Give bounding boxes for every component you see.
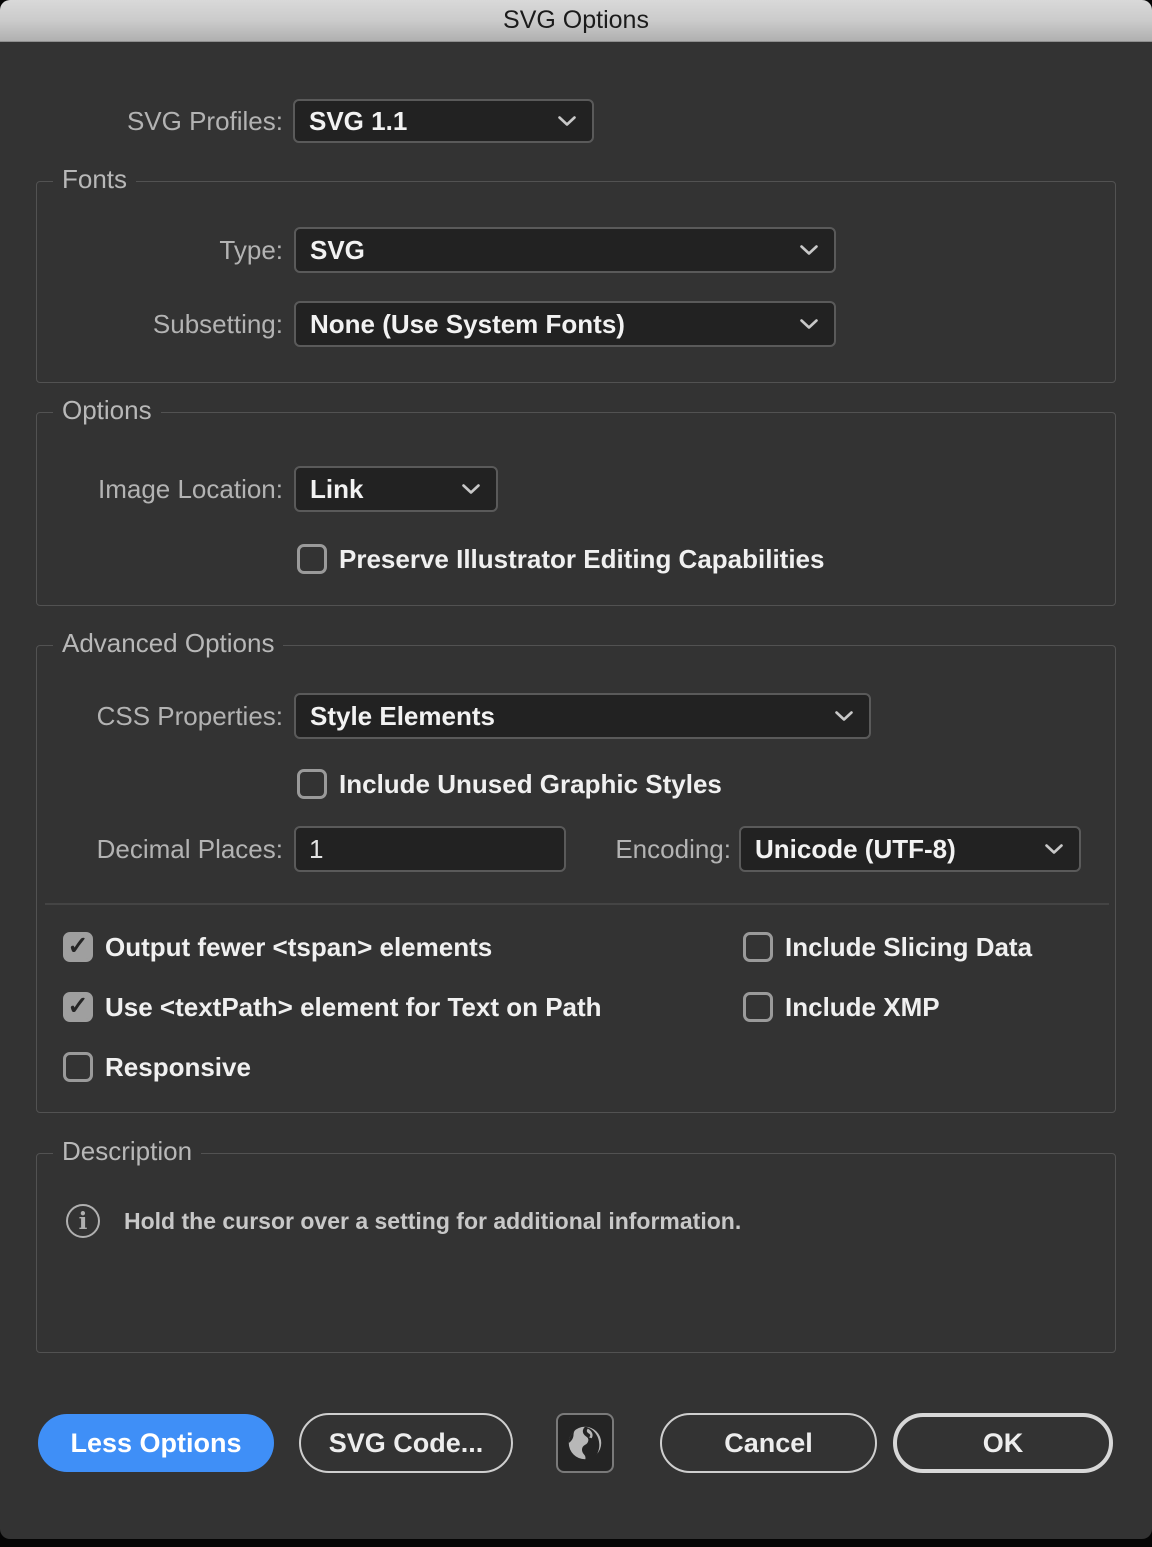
less-options-button[interactable]: Less Options <box>38 1414 274 1472</box>
responsive-label[interactable]: Responsive <box>105 1052 251 1082</box>
output-tspan-checkbox[interactable] <box>63 932 93 962</box>
chevron-down-icon <box>800 319 818 330</box>
chevron-down-icon <box>462 484 480 495</box>
encoding-value: Unicode (UTF-8) <box>741 834 956 865</box>
advanced-divider <box>45 903 1109 905</box>
web-preview-button[interactable] <box>556 1413 614 1473</box>
type-dropdown[interactable]: SVG <box>294 227 836 273</box>
image-location-label: Image Location: <box>37 466 283 512</box>
dialog-title: SVG Options <box>503 6 649 35</box>
cancel-button[interactable]: Cancel <box>660 1413 877 1473</box>
css-properties-label: CSS Properties: <box>37 693 283 739</box>
fonts-group-legend: Fonts <box>53 164 136 195</box>
chevron-down-icon <box>1045 844 1063 855</box>
globe-icon <box>564 1422 606 1464</box>
advanced-options-group: Advanced Options CSS Properties: Style E… <box>36 645 1116 1113</box>
include-xmp-label[interactable]: Include XMP <box>785 992 940 1022</box>
image-location-value: Link <box>296 474 363 505</box>
include-unused-styles-label[interactable]: Include Unused Graphic Styles <box>339 769 722 799</box>
responsive-checkbox[interactable] <box>63 1052 93 1082</box>
subsetting-label: Subsetting: <box>37 301 283 347</box>
image-location-dropdown[interactable]: Link <box>294 466 498 512</box>
description-text: Hold the cursor over a setting for addit… <box>124 1204 741 1238</box>
type-value: SVG <box>296 235 365 266</box>
include-unused-styles-checkbox[interactable] <box>297 769 327 799</box>
description-group-legend: Description <box>53 1136 201 1167</box>
include-xmp-checkbox[interactable] <box>743 992 773 1022</box>
css-properties-value: Style Elements <box>296 701 495 732</box>
options-group: Options Image Location: Link Preserve Il… <box>36 412 1116 606</box>
use-textpath-label[interactable]: Use <textPath> element for Text on Path <box>105 992 602 1022</box>
type-label: Type: <box>37 227 283 273</box>
chevron-down-icon <box>558 116 576 127</box>
chevron-down-icon <box>800 245 818 256</box>
info-icon: i <box>66 1204 100 1238</box>
subsetting-value: None (Use System Fonts) <box>296 309 625 340</box>
ok-button[interactable]: OK <box>893 1413 1113 1473</box>
decimal-places-label: Decimal Places: <box>37 826 283 872</box>
chevron-down-icon <box>835 711 853 722</box>
dialog-titlebar[interactable]: SVG Options <box>0 0 1152 42</box>
fonts-group: Fonts Type: SVG Subsetting: None (Use Sy… <box>36 181 1116 383</box>
options-group-legend: Options <box>53 395 161 426</box>
svg-profiles-label: SVG Profiles: <box>20 99 283 143</box>
encoding-dropdown[interactable]: Unicode (UTF-8) <box>739 826 1081 872</box>
description-group: Description i Hold the cursor over a set… <box>36 1153 1116 1353</box>
css-properties-dropdown[interactable]: Style Elements <box>294 693 871 739</box>
output-tspan-label[interactable]: Output fewer <tspan> elements <box>105 932 492 962</box>
use-textpath-checkbox[interactable] <box>63 992 93 1022</box>
preserve-editing-checkbox[interactable] <box>297 544 327 574</box>
svg-profiles-dropdown[interactable]: SVG 1.1 <box>293 99 594 143</box>
subsetting-dropdown[interactable]: None (Use System Fonts) <box>294 301 836 347</box>
svg-code-button[interactable]: SVG Code... <box>299 1413 513 1473</box>
preserve-editing-label[interactable]: Preserve Illustrator Editing Capabilitie… <box>339 544 824 574</box>
include-slicing-checkbox[interactable] <box>743 932 773 962</box>
svg-profiles-value: SVG 1.1 <box>295 106 407 137</box>
include-slicing-label[interactable]: Include Slicing Data <box>785 932 1032 962</box>
encoding-label: Encoding: <box>481 826 731 872</box>
svg-options-dialog: SVG Options SVG Profiles: SVG 1.1 Fonts … <box>0 0 1152 1547</box>
advanced-options-legend: Advanced Options <box>53 628 283 659</box>
